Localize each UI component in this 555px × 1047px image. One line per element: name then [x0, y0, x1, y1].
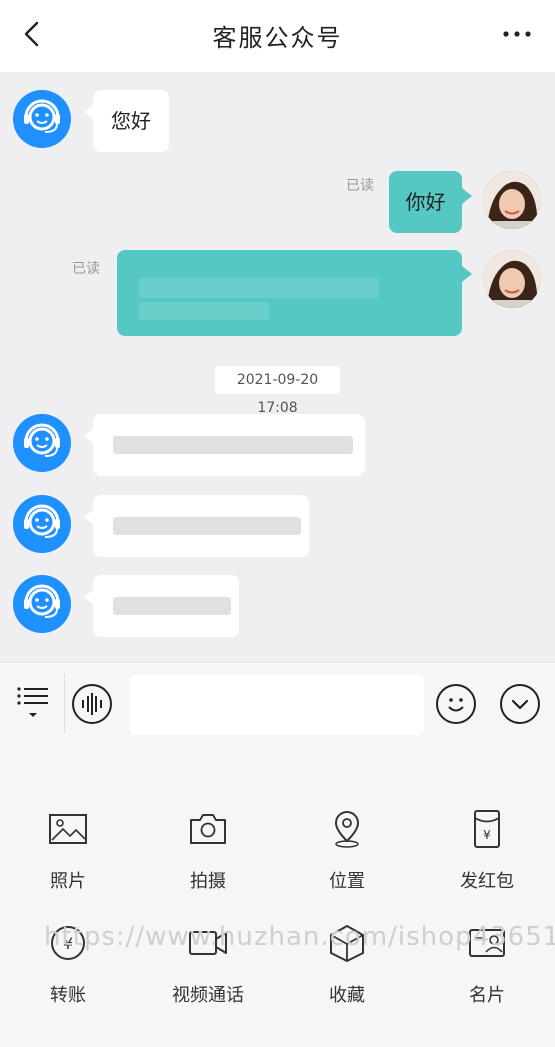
tool-label: 拍摄 — [190, 871, 226, 892]
emoji-button[interactable] — [436, 684, 476, 724]
tool-label: 转账 — [50, 985, 86, 1006]
collapse-panel-button[interactable] — [500, 684, 540, 724]
read-status: 已读 — [72, 261, 100, 277]
service-avatar[interactable] — [13, 575, 71, 633]
tools-panel: 照片 拍摄 位置 ¥ 发红包 ¥ 转账 视频通话 收藏 名片 — [0, 743, 555, 1047]
tool-label: 位置 — [329, 871, 365, 892]
service-avatar[interactable] — [13, 414, 71, 472]
svg-text:¥: ¥ — [483, 828, 491, 842]
headset-agent-icon — [24, 584, 60, 618]
tool-label: 收藏 — [329, 985, 365, 1006]
chevron-down-icon — [511, 699, 529, 710]
blurred-text — [139, 278, 379, 298]
tool-red-packet[interactable]: ¥ 发红包 — [427, 809, 547, 919]
tool-label: 发红包 — [460, 871, 514, 892]
headset-agent-icon — [24, 99, 60, 133]
bubble-tail — [462, 188, 472, 204]
location-icon — [334, 811, 360, 848]
message-bubble[interactable]: 您好 — [93, 90, 169, 152]
bubble-tail — [462, 266, 472, 282]
tool-label: 名片 — [469, 985, 505, 1006]
user-photo — [483, 250, 541, 308]
tool-label: 视频通话 — [172, 985, 244, 1006]
camera-icon — [190, 814, 226, 844]
tool-camera[interactable]: 拍摄 — [148, 809, 268, 919]
watermark-text: https://www.huzhan.com/ishop43651 — [44, 922, 555, 952]
message-bubble-blurred[interactable] — [117, 250, 462, 336]
voice-button[interactable] — [72, 684, 112, 724]
user-photo — [483, 171, 541, 229]
user-avatar[interactable] — [483, 250, 541, 308]
message-bubble-blurred[interactable] — [93, 495, 309, 557]
message-bubble[interactable]: 你好 — [389, 171, 462, 233]
message-bubble-blurred[interactable] — [93, 575, 239, 637]
more-icon[interactable] — [501, 24, 533, 44]
page-title: 客服公众号 — [212, 24, 343, 52]
voice-icon — [82, 693, 102, 715]
divider — [64, 673, 65, 733]
photo-icon — [49, 814, 87, 844]
red-packet-icon: ¥ — [474, 810, 500, 848]
chat-area[interactable]: 您好 已读 你好 已读 2021-09-20 17:08 — [0, 72, 555, 662]
blurred-text — [113, 597, 231, 615]
emoji-icon — [448, 698, 464, 712]
menu-list-icon[interactable] — [16, 683, 50, 723]
blurred-text — [113, 436, 353, 454]
header-bar: 客服公众号 — [0, 0, 555, 72]
headset-agent-icon — [24, 423, 60, 457]
tool-photo[interactable]: 照片 — [8, 809, 128, 919]
read-status: 已读 — [346, 178, 374, 194]
tool-label: 照片 — [50, 871, 86, 892]
input-bar — [0, 662, 555, 744]
blurred-text — [139, 302, 269, 320]
service-avatar[interactable] — [13, 495, 71, 553]
headset-agent-icon — [24, 504, 60, 538]
tool-location[interactable]: 位置 — [287, 809, 407, 919]
blurred-text — [113, 517, 301, 535]
message-bubble-blurred[interactable] — [93, 414, 365, 476]
user-avatar[interactable] — [483, 171, 541, 229]
message-input[interactable] — [130, 675, 424, 735]
timestamp: 2021-09-20 17:08 — [215, 366, 340, 416]
service-avatar[interactable] — [13, 90, 71, 148]
